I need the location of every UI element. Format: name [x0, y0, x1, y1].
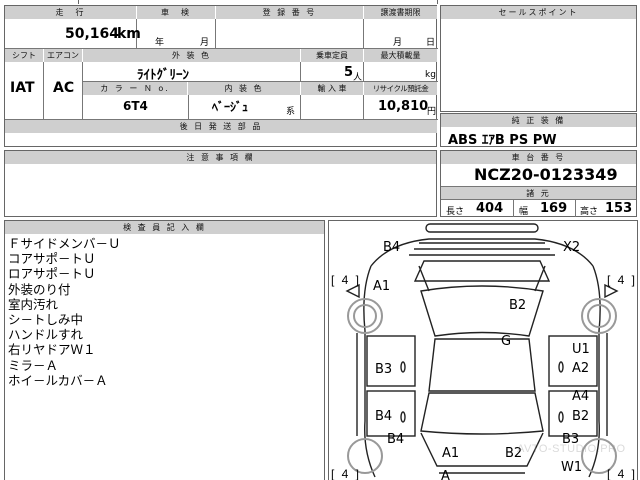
recycle-fee-unit: 円	[427, 107, 437, 117]
chassis-box: 車 台 番 号 NCZ20-0123349 諸 元 長さ 404 幅 169 高…	[440, 150, 637, 217]
damage-mark: A1	[373, 279, 391, 294]
damage-mark: B3	[375, 362, 393, 377]
header-specs: 諸 元	[441, 186, 636, 200]
damage-mark: B4	[375, 409, 393, 424]
exterior-color-value: ﾗｲﾄｸﾞﾘｰﾝ	[137, 68, 189, 83]
header-equipment: 純 正 装 備	[441, 114, 636, 127]
header-inspector-notes: 検 査 員 記 入 欄	[5, 221, 324, 234]
damage-mark: A1	[442, 446, 460, 461]
note-line: 室内汚れ	[8, 296, 59, 312]
header-inspection: 車 検	[137, 6, 215, 19]
note-line: Ｆサイドメンバ－Ｕ	[8, 236, 121, 251]
tire-rear-right-label: [ 4 ]	[607, 467, 638, 480]
note-line: ミラ－Ａ	[8, 357, 59, 373]
header-caution: 注 意 事 項 欄	[5, 151, 436, 164]
note-line: コアサポ－トＵ	[8, 251, 96, 267]
damage-mark: G	[501, 334, 512, 349]
width-value: 169	[540, 201, 568, 216]
damage-mark: B4	[387, 432, 405, 447]
capacity-value: 5	[344, 65, 354, 80]
height-label: 高さ	[580, 207, 599, 217]
car-outline-diagram	[345, 223, 619, 478]
equipment-value: ABS ｴｱB PS PW	[448, 133, 557, 148]
inspector-notes-list: Ｆサイドメンバ－Ｕ コアサポ－トＵ ロアサポ－トＵ 外装のり付 室内汚れ シ－ト…	[8, 236, 121, 388]
interior-color-value: ﾍﾞｰｼﾞｭ	[212, 100, 249, 114]
note-line: 外装のり付	[8, 281, 71, 297]
tire-front-right-label: [ 4 ]	[607, 273, 638, 287]
caution-box: 注 意 事 項 欄	[4, 150, 437, 217]
header-chassis-no: 車 台 番 号	[441, 151, 636, 164]
note-line: ハンドルすれ	[8, 327, 84, 343]
deadline-day-unit: 日	[426, 38, 436, 48]
aircon-value: AC	[53, 80, 75, 96]
color-no-value: 6T4	[123, 99, 148, 113]
note-line: ロアサポ－トＵ	[8, 266, 96, 282]
height-value: 153	[605, 201, 633, 216]
header-max-load: 最大積載量	[364, 49, 437, 62]
note-line: 右リヤドアＷ１	[8, 342, 96, 358]
vehicle-info-grid: 走 行 車 検 登 録 番 号 譲渡書期限 50,164 km 年 月 月 日 …	[4, 5, 438, 147]
interior-color-suffix: 系	[286, 107, 296, 117]
note-line: ホイ－ルカバ－Ａ	[8, 372, 108, 388]
header-capacity: 乗車定員	[301, 49, 363, 62]
damage-mark: B4	[383, 240, 401, 255]
tire-front-left-label: [ 4 ]	[331, 273, 362, 287]
damage-mark: A	[441, 469, 450, 480]
damage-mark: B2	[509, 298, 527, 313]
damage-mark: A2	[572, 361, 590, 376]
width-label: 幅	[519, 207, 529, 217]
tire-rear-left-label: [ 4 ]	[331, 467, 362, 480]
length-label: 長さ	[446, 207, 465, 217]
deadline-month-unit: 月	[393, 38, 403, 48]
damage-mark: B2	[572, 409, 590, 424]
header-aircon: エアコン	[44, 49, 82, 62]
shift-value: IAT	[10, 80, 35, 96]
sales-point-box: セールスポイント	[440, 5, 637, 112]
top-edge	[0, 0, 640, 4]
header-transfer-deadline: 譲渡書期限	[364, 6, 437, 19]
header-exterior-color: 外 装 色	[83, 49, 300, 62]
watermark: AVTO-STUDIO.PRO	[517, 443, 626, 455]
header-interior-color: 内 装 色	[188, 82, 300, 95]
header-sales-point: セールスポイント	[441, 6, 636, 19]
damage-map-box: [ 4 ] [ 4 ] [ 4 ] [ 4 ] B4 X2 A1 B2 G U1…	[328, 220, 638, 480]
chassis-no-value: NCZ20-0123349	[474, 165, 618, 184]
header-registration: 登 録 番 号	[216, 6, 363, 19]
header-mileage: 走 行	[5, 6, 136, 19]
damage-mark: A4	[572, 389, 590, 404]
damage-mark: W1	[561, 460, 583, 475]
mileage-value: 50,164	[65, 26, 120, 42]
equipment-box: 純 正 装 備 ABS ｴｱB PS PW	[440, 113, 637, 148]
inspection-year-unit: 年	[155, 38, 165, 48]
mileage-unit: km	[117, 26, 141, 42]
header-import: 輸 入 車	[301, 82, 363, 95]
length-value: 404	[476, 201, 504, 216]
header-recycle-fee: リサイクル預託金	[364, 82, 437, 95]
inspector-notes-box: 検 査 員 記 入 欄 Ｆサイドメンバ－Ｕ コアサポ－トＵ ロアサポ－トＵ 外装…	[4, 220, 325, 480]
header-shift: シフト	[5, 49, 43, 62]
inspection-month-unit: 月	[200, 38, 210, 48]
header-later-docs: 後 日 発 送 部 品	[5, 120, 437, 133]
note-line: シ－トしみ中	[8, 312, 84, 328]
damage-mark: X2	[563, 240, 581, 255]
header-color-no: カ ラ ー Ｎ o.	[83, 82, 187, 95]
damage-mark: U1	[572, 342, 590, 357]
recycle-fee-value: 10,810	[378, 99, 429, 114]
max-load-unit: kg	[425, 70, 436, 80]
